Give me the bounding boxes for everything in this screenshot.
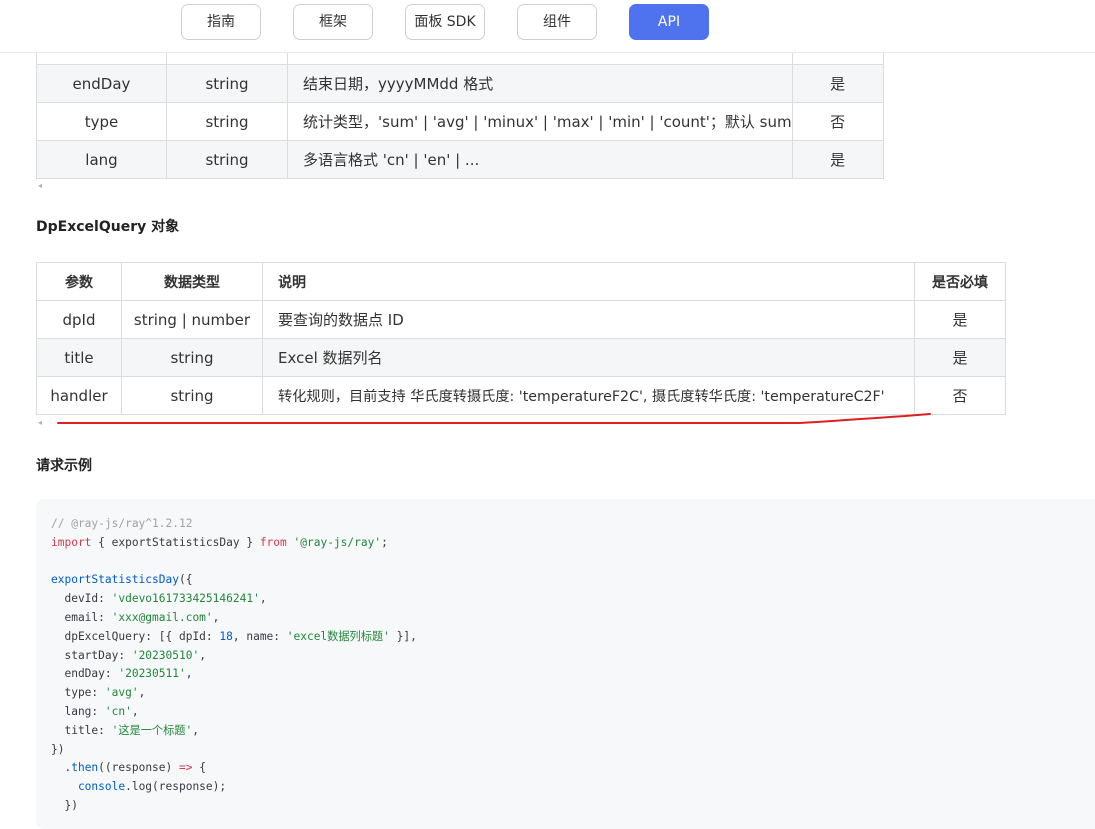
code-token: , — [185, 667, 193, 681]
code-token: import — [51, 535, 92, 549]
code-line: type: 'avg', — [51, 684, 1095, 703]
code-token: }) — [51, 798, 78, 812]
code-line: }) — [51, 741, 1095, 760]
top-nav-bar: 指南 框架 面板 SDK 组件 API — [0, 0, 1095, 53]
code-token: , — [259, 592, 267, 606]
code-token: ((response) — [98, 761, 179, 775]
code-token: type: — [51, 686, 105, 700]
code-token: title: — [51, 723, 112, 737]
code-token: 'cn' — [104, 704, 132, 718]
code-token: devId: — [51, 592, 112, 606]
code-line: startDay: '20230510', — [51, 647, 1095, 666]
code-token: , — [192, 723, 199, 737]
code-line: devId: 'vdevo161733425146241', — [51, 590, 1095, 609]
code-token: console — [51, 780, 126, 794]
code-line: console.log(response); — [51, 778, 1095, 797]
code-line: title: '这是一个标题', — [51, 722, 1095, 741]
code-token: lang: — [51, 704, 105, 718]
code-token: , name: — [232, 629, 287, 643]
code-token: '20230511' — [118, 667, 186, 681]
code-line: endDay: '20230511', — [51, 665, 1095, 684]
code-token: ({ — [178, 573, 193, 587]
code-token: exportStatisticsDay — [51, 573, 179, 587]
nav-guide-button[interactable]: 指南 — [181, 4, 261, 40]
code-block[interactable]: // @ray-js/ray^1.2.12 import { exportStat… — [36, 499, 1095, 829]
section-title-request-example: 请求示例 — [36, 458, 92, 474]
code-line: exportStatisticsDay({ — [51, 571, 1095, 590]
code-token: endDay: — [51, 667, 119, 681]
code-token: 'avg' — [104, 686, 139, 700]
code-token: }], — [389, 629, 417, 643]
nav-panel-sdk-button[interactable]: 面板 SDK — [405, 4, 485, 40]
code-token: { exportStatisticsDay } — [91, 535, 260, 549]
code-token: 'xxx@gmail.com' — [111, 610, 213, 624]
code-token: . — [51, 761, 72, 775]
code-token: , — [199, 648, 206, 662]
code-line: // @ray-js/ray^1.2.12 — [51, 515, 1095, 534]
code-token: , — [138, 686, 146, 700]
code-token: // @ray-js/ray^1.2.12 — [51, 517, 193, 530]
code-token: '20230510' — [131, 648, 200, 662]
code-token: { — [192, 761, 206, 775]
code-token: .log(response); — [125, 780, 227, 794]
code-token: email: — [51, 610, 112, 624]
code-token: ; — [381, 535, 388, 549]
code-token: 'vdevo161733425146241' — [111, 592, 260, 606]
code-line: lang: 'cn', — [51, 703, 1095, 722]
code-line: .then((response) => { — [51, 759, 1095, 778]
nav-framework-button[interactable]: 框架 — [293, 4, 373, 40]
nav-components-button[interactable]: 组件 — [517, 4, 597, 40]
code-token: , — [131, 704, 139, 718]
code-token: startDay: — [51, 648, 132, 662]
code-token: then — [71, 761, 99, 775]
code-line: email: 'xxx@gmail.com', — [51, 609, 1095, 628]
code-token: from — [259, 535, 287, 549]
code-token: dpExcelQuery: [{ dpId: — [51, 629, 220, 643]
code-token: => — [179, 761, 193, 775]
code-token: '这是一个标题' — [111, 723, 193, 737]
code-line: }) — [51, 797, 1095, 816]
code-line: import { exportStatisticsDay } from '@ra… — [51, 534, 1095, 553]
code-line: dpExcelQuery: [{ dpId: 18, name: 'excel数… — [51, 628, 1095, 647]
code-token: }) — [51, 742, 65, 756]
annotation-stroke — [57, 413, 931, 426]
code-token: , — [212, 610, 220, 624]
nav-api-button[interactable]: API — [629, 4, 709, 40]
code-token: 18 — [219, 629, 233, 643]
code-token: 'excel数据列标题' — [286, 629, 390, 643]
code-token: '@ray-js/ray' — [293, 535, 382, 549]
